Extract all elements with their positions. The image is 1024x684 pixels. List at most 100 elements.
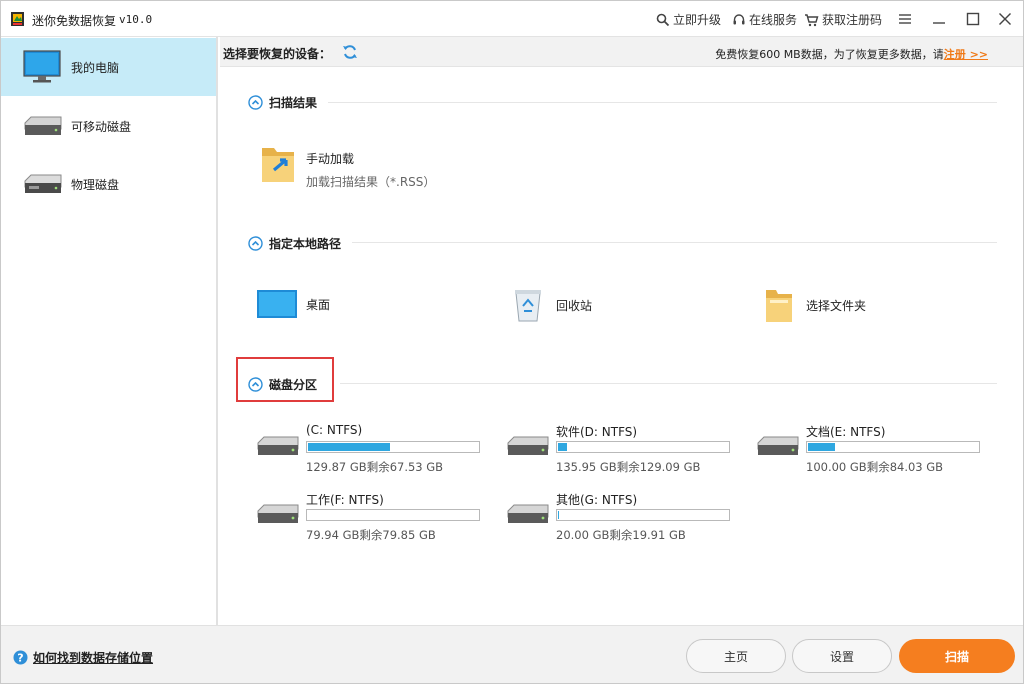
- drive-partition-g[interactable]: 其他(G: NTFS) 20.00 GB剩余19.91 GB: [506, 491, 746, 551]
- desktop-item[interactable]: 桌面: [256, 289, 330, 319]
- drive-partition-f[interactable]: 工作(F: NTFS) 79.94 GB剩余79.85 GB: [256, 491, 496, 551]
- app-version: v10.0: [119, 13, 153, 26]
- folder-load-icon: [262, 148, 294, 182]
- app-window: 迷你免数据恢复 v10.0 立即升级 在线服务 获取注册码 我的电脑 可移动磁盘…: [0, 0, 1024, 684]
- promo-message: 免费恢复600 MB数据，为了恢复更多数据，请: [715, 48, 944, 61]
- drive-size: 129.87 GB剩余67.53 GB: [306, 460, 444, 474]
- collapse-icon: [248, 236, 263, 251]
- section-title: 磁盘分区: [269, 378, 318, 392]
- svg-text:?: ?: [17, 652, 23, 665]
- section-title: 指定本地路径: [269, 237, 342, 251]
- drive-size: 100.00 GB剩余84.03 GB: [806, 460, 944, 474]
- close-icon: [999, 13, 1011, 25]
- select-device-label: 选择要恢复的设备：: [223, 47, 332, 61]
- recycle-bin-item[interactable]: 回收站: [512, 287, 592, 323]
- section-local-path[interactable]: 指定本地路径: [248, 235, 341, 252]
- maximize-button[interactable]: [961, 7, 985, 31]
- desktop-label: 桌面: [306, 297, 331, 312]
- menu-button[interactable]: [893, 7, 917, 31]
- hard-drive-icon: [507, 504, 549, 523]
- upgrade-link[interactable]: 立即升级: [656, 11, 721, 28]
- help-link[interactable]: ? 如何找到数据存储位置: [13, 649, 153, 666]
- upgrade-label: 立即升级: [673, 13, 722, 27]
- refresh-icon[interactable]: [342, 44, 358, 60]
- close-button[interactable]: [993, 7, 1017, 31]
- drive-icon: [24, 116, 62, 135]
- drive-usage-bar: [556, 441, 730, 453]
- maximize-icon: [966, 12, 980, 26]
- drive-partition-d[interactable]: 软件(D: NTFS) 135.95 GB剩余129.09 GB: [506, 423, 746, 483]
- title-bar: 迷你免数据恢复 v10.0 立即升级 在线服务 获取注册码: [1, 1, 1023, 37]
- manual-load-subtitle: 加载扫描结果（*.RSS）: [306, 175, 436, 189]
- drive-usage-bar: [306, 509, 480, 521]
- cart-icon: [805, 13, 819, 26]
- sidebar-item-removable-disk[interactable]: 可移动磁盘: [1, 97, 216, 155]
- sidebar-item-label: 我的电脑: [71, 60, 120, 75]
- drive-name: 工作(F: NTFS): [306, 493, 384, 507]
- recycle-bin-label: 回收站: [556, 298, 593, 313]
- home-button[interactable]: 主页: [686, 639, 786, 673]
- main-content: 扫描结果 手动加载 加载扫描结果（*.RSS） 指定本地路径 桌面 回收站 选择…: [220, 68, 1023, 625]
- folder-icon: [766, 290, 792, 322]
- drive-size: 20.00 GB剩余19.91 GB: [556, 528, 686, 542]
- minimize-button[interactable]: [927, 7, 951, 31]
- drive-partition-c[interactable]: (C: NTFS) 129.87 GB剩余67.53 GB: [256, 423, 496, 483]
- app-title: 迷你免数据恢复: [32, 14, 117, 28]
- register-label: 获取注册码: [822, 13, 883, 27]
- hard-drive-icon: [507, 436, 549, 455]
- drive-usage-bar: [556, 509, 730, 521]
- section-title: 扫描结果: [269, 96, 318, 110]
- promo-text: 免费恢复600 MB数据，为了恢复更多数据，请注册 >>: [715, 46, 988, 62]
- minimize-icon: [933, 22, 945, 24]
- device-toolbar: 选择要恢复的设备： 免费恢复600 MB数据，为了恢复更多数据，请注册 >>: [220, 37, 1023, 67]
- drive-size: 79.94 GB剩余79.85 GB: [306, 528, 436, 542]
- scan-button[interactable]: 扫描: [899, 639, 1015, 673]
- headset-icon: [733, 13, 745, 24]
- drive-size: 135.95 GB剩余129.09 GB: [556, 460, 701, 474]
- drive-usage-fill: [808, 443, 835, 451]
- sidebar-item-physical-disk[interactable]: 物理磁盘: [1, 155, 216, 213]
- manual-load-title: 手动加载: [306, 152, 355, 166]
- monitor-icon: [23, 50, 61, 83]
- select-folder-item[interactable]: 选择文件夹: [764, 286, 866, 324]
- drive-name: 其他(G: NTFS): [556, 493, 638, 507]
- online-service-link[interactable]: 在线服务: [732, 11, 797, 28]
- physical-drive-icon: [24, 174, 62, 193]
- drive-usage-fill: [558, 511, 559, 519]
- search-icon: [656, 13, 670, 26]
- sidebar-item-label: 物理磁盘: [71, 177, 120, 192]
- get-register-code-link[interactable]: 获取注册码: [804, 11, 882, 28]
- drive-usage-fill: [308, 443, 390, 451]
- device-sidebar: 我的电脑 可移动磁盘 物理磁盘: [1, 37, 218, 625]
- hard-drive-icon: [757, 436, 799, 455]
- collapse-icon: [248, 95, 263, 110]
- section-divider: [352, 242, 997, 243]
- sidebar-item-my-computer[interactable]: 我的电脑: [1, 38, 216, 96]
- recycle-bin-icon: [515, 290, 541, 322]
- drive-usage-fill: [558, 443, 567, 451]
- drive-partition-e[interactable]: 文档(E: NTFS) 100.00 GB剩余84.03 GB: [756, 423, 996, 483]
- app-logo-icon: [11, 12, 24, 26]
- drive-name: 文档(E: NTFS): [806, 425, 886, 439]
- section-scan-results[interactable]: 扫描结果: [248, 94, 317, 111]
- manual-load-item[interactable]: [260, 142, 296, 184]
- hard-drive-icon: [257, 436, 299, 455]
- section-divider: [328, 102, 997, 103]
- bottom-bar: ? 如何找到数据存储位置 主页 设置 扫描: [1, 625, 1023, 683]
- drive-name: 软件(D: NTFS): [556, 425, 638, 439]
- drive-usage-bar: [306, 441, 480, 453]
- settings-button[interactable]: 设置: [792, 639, 892, 673]
- collapse-icon: [248, 377, 263, 392]
- select-folder-label: 选择文件夹: [806, 298, 867, 313]
- hard-drive-icon: [257, 504, 299, 523]
- sidebar-item-label: 可移动磁盘: [71, 119, 132, 134]
- drive-usage-bar: [806, 441, 980, 453]
- section-partitions[interactable]: 磁盘分区: [248, 376, 317, 393]
- help-icon: ?: [13, 650, 28, 665]
- hamburger-menu-icon: [899, 14, 911, 24]
- desktop-icon: [257, 290, 297, 318]
- drive-name: (C: NTFS): [306, 423, 363, 437]
- service-label: 在线服务: [749, 13, 798, 27]
- help-label: 如何找到数据存储位置: [33, 651, 154, 665]
- register-link[interactable]: 注册 >>: [944, 48, 988, 61]
